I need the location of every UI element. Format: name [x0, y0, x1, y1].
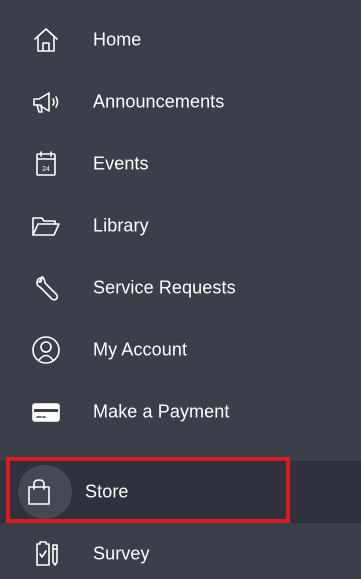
menu-item-my-account[interactable]: My Account [0, 319, 361, 381]
menu-item-store[interactable]: Store [0, 461, 361, 523]
shopping-bag-icon [24, 477, 54, 507]
credit-card-icon [31, 397, 61, 427]
menu-item-label: Library [93, 215, 149, 236]
home-icon [31, 25, 61, 55]
menu-item-label: Make a Payment [93, 401, 230, 422]
user-circle-icon [31, 335, 61, 365]
wrench-icon [31, 273, 61, 303]
menu-item-events[interactable]: 24 Events [0, 133, 361, 195]
calendar-icon: 24 [31, 149, 61, 179]
menu-item-label: Service Requests [93, 277, 236, 298]
sidebar-menu: Home Announcements 24 Events Library Ser… [0, 0, 361, 579]
menu-item-survey[interactable]: Survey [0, 523, 361, 579]
menu-item-label: Home [93, 29, 142, 50]
calendar-day-text: 24 [42, 166, 50, 173]
menu-item-label: My Account [93, 339, 188, 360]
menu-item-label: Survey [93, 543, 150, 564]
menu-item-label: Events [93, 153, 149, 174]
menu-item-label: Announcements [93, 91, 225, 112]
menu-item-home[interactable]: Home [0, 9, 361, 71]
menu-item-library[interactable]: Library [0, 195, 361, 257]
folder-icon [31, 211, 61, 241]
menu-item-label: Store [85, 481, 129, 502]
menu-item-make-a-payment[interactable]: Make a Payment [0, 381, 361, 443]
menu-item-announcements[interactable]: Announcements [0, 71, 361, 133]
clipboard-check-icon [31, 539, 61, 569]
menu-item-service-requests[interactable]: Service Requests [0, 257, 361, 319]
megaphone-icon [31, 87, 61, 117]
